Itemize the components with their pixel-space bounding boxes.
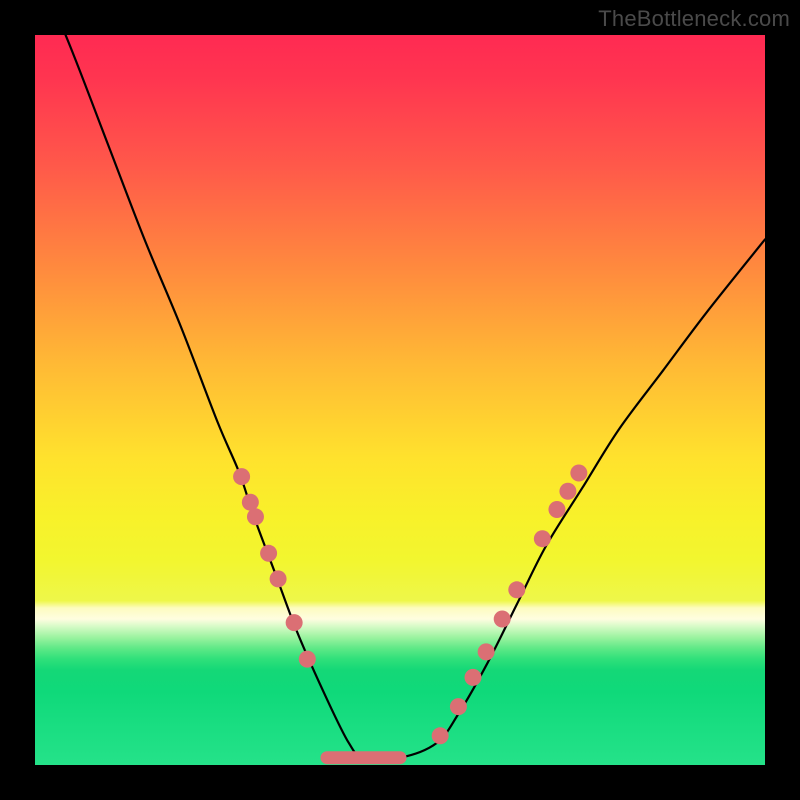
data-marker [534, 530, 551, 547]
data-marker [559, 483, 576, 500]
data-marker [432, 727, 449, 744]
data-marker [465, 669, 482, 686]
data-marker [286, 614, 303, 631]
data-marker [548, 501, 565, 518]
data-marker [570, 465, 587, 482]
markers-right-group [432, 465, 588, 745]
data-marker [270, 570, 287, 587]
bottleneck-curve-svg [35, 35, 765, 765]
watermark-text: TheBottleneck.com [598, 6, 790, 32]
plot-area [35, 35, 765, 765]
data-marker [260, 545, 277, 562]
chart-frame: TheBottleneck.com [0, 0, 800, 800]
data-marker [247, 508, 264, 525]
bottleneck-curve [35, 35, 765, 760]
data-marker [450, 698, 467, 715]
data-marker [233, 468, 250, 485]
markers-left-group [233, 468, 316, 668]
data-marker [494, 611, 511, 628]
data-marker [299, 651, 316, 668]
data-marker [242, 494, 259, 511]
data-marker [478, 643, 495, 660]
data-marker [508, 581, 525, 598]
